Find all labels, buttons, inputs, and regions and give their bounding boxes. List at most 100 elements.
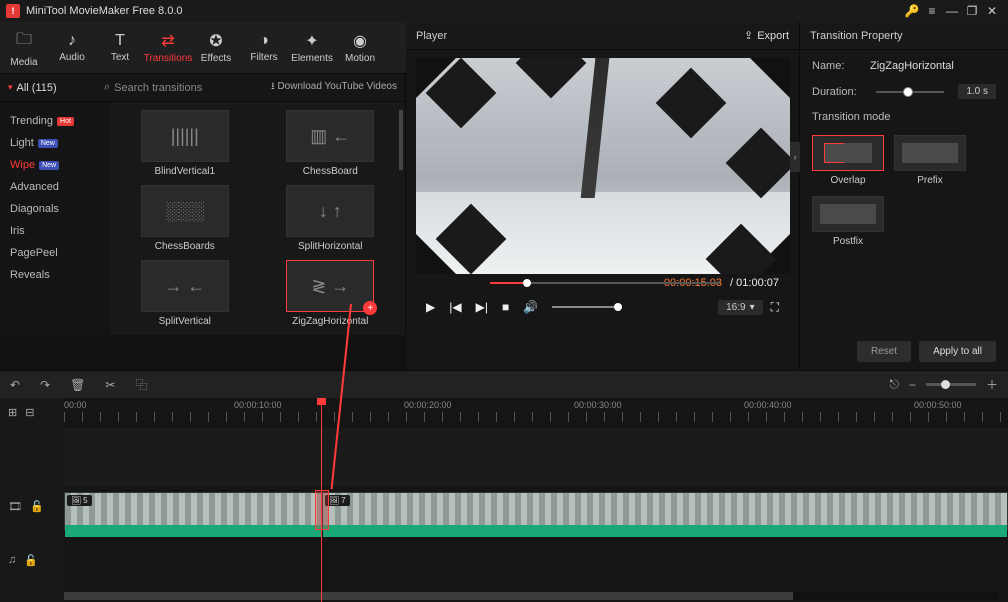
transition-mode-label: Transition mode [812, 111, 996, 123]
category-light[interactable]: LightNew [0, 132, 110, 154]
mode-prefix[interactable]: Prefix [894, 135, 966, 186]
mode-postfix[interactable]: Postfix [812, 196, 884, 247]
aspect-ratio-select[interactable]: 16:9▾ [718, 300, 763, 315]
transition-handle[interactable] [315, 490, 329, 530]
transition-zigzaghorizontal[interactable]: ≷ →+ZigZagHorizontal [264, 260, 398, 327]
audio-lock-button[interactable]: 🔓 [24, 554, 38, 567]
transition-label: SplitVertical [159, 316, 211, 327]
fullscreen-button[interactable]: ⛶ [771, 300, 779, 315]
add-track-button[interactable]: ⊞ [8, 406, 17, 419]
prev-frame-button[interactable]: |◀ [449, 300, 461, 314]
tab-filters[interactable]: ◑ Filters [240, 22, 288, 73]
transition-label: BlindVertical1 [154, 166, 215, 177]
split-button[interactable]: ✂ [105, 378, 115, 392]
zoom-in-button[interactable]: ＋ [986, 376, 998, 393]
license-key-icon[interactable]: 🔑 [902, 1, 922, 21]
tab-transitions[interactable]: ⇄Transitions [144, 22, 192, 73]
tab-effects[interactable]: ✪Effects [192, 22, 240, 73]
volume-icon[interactable]: 🔊 [523, 300, 538, 314]
download-youtube-link[interactable]: ⭳ Download YouTube Videos [260, 79, 397, 96]
filters-icon: ◑ [259, 32, 269, 50]
video-lock-button[interactable]: 🔓 [30, 500, 44, 513]
clip-1[interactable]: 🖼5 [64, 492, 322, 530]
clip-2-count: 7 [341, 496, 345, 505]
duration-label: Duration: [812, 86, 862, 98]
tab-filters-label: Filters [250, 52, 277, 63]
tab-motion[interactable]: ◉Motion [336, 22, 384, 73]
image-icon: 🖼 [329, 496, 339, 505]
property-panel-title: Transition Property [810, 30, 903, 42]
chevron-down-icon: ▾ [8, 82, 13, 93]
tab-media[interactable]: 🗀Media [0, 22, 48, 73]
timeline-scrollbar[interactable] [64, 592, 998, 600]
ruler-mark: 00:00 [64, 400, 87, 410]
collapse-panel-button[interactable]: › [790, 142, 800, 172]
video-track-icon: 🎞 [8, 500, 22, 513]
transition-name-value: ZigZagHorizontal [870, 60, 954, 72]
search-transitions[interactable]: ⌕Search transitions [104, 81, 254, 94]
category-pagepeel[interactable]: PagePeel [0, 242, 110, 264]
mode-postfix-label: Postfix [833, 236, 863, 247]
tab-audio[interactable]: ♪Audio [48, 22, 96, 73]
apply-to-all-button[interactable]: Apply to all [919, 341, 996, 362]
transition-label: SplitHorizontal [298, 241, 362, 252]
transition-splitvertical[interactable]: → ←SplitVertical [118, 260, 252, 327]
transition-chessboard[interactable]: ▥ ←ChessBoard [264, 110, 398, 177]
duration-value[interactable]: 1.0 s [958, 84, 996, 99]
volume-slider[interactable] [552, 306, 622, 308]
category-trending[interactable]: TrendingHot [0, 110, 110, 132]
redo-button[interactable]: ↷ [40, 378, 50, 392]
aspect-value: 16:9 [726, 302, 745, 313]
delete-button[interactable]: 🗑 [70, 378, 85, 392]
category-advanced[interactable]: Advanced [0, 176, 110, 198]
search-placeholder: Search transitions [114, 82, 202, 94]
seek-bar[interactable] [490, 282, 720, 284]
stop-button[interactable]: ■ [502, 300, 509, 314]
grid-scrollbar[interactable] [399, 110, 403, 170]
tab-elements[interactable]: ✦Elements [288, 22, 336, 73]
ruler-mark: 00:00:50:00 [914, 400, 962, 410]
minimize-icon[interactable]: — [942, 1, 962, 21]
tab-text-label: Text [111, 52, 129, 63]
maximize-icon[interactable]: ❐ [962, 1, 982, 21]
track-collapse-button[interactable]: ⊟ [25, 406, 34, 419]
video-track[interactable]: 🖼5 🖼7 [64, 486, 1008, 544]
close-icon[interactable]: ✕ [982, 1, 1002, 21]
transition-splithorizontal[interactable]: ↓ ↑SplitHorizontal [264, 185, 398, 252]
category-reveals[interactable]: Reveals [0, 264, 110, 286]
crop-button[interactable]: ⿻ [135, 376, 147, 393]
tab-motion-label: Motion [345, 53, 375, 64]
tab-elements-label: Elements [291, 53, 333, 64]
export-button[interactable]: ⇪Export [744, 29, 789, 42]
clip-2[interactable]: 🖼7 [322, 492, 1008, 530]
category-all[interactable]: All (115) [17, 82, 57, 94]
tab-effects-label: Effects [201, 53, 231, 64]
category-diagonals[interactable]: Diagonals [0, 198, 110, 220]
transition-chessboards[interactable]: ░░░ChessBoards [118, 185, 252, 252]
mode-prefix-label: Prefix [917, 175, 943, 186]
add-transition-button[interactable]: + [363, 301, 377, 315]
zoom-out-button[interactable]: − [909, 378, 916, 392]
tab-media-label: Media [10, 57, 37, 68]
tab-transitions-label: Transitions [144, 53, 193, 64]
ruler-mark: 00:00:30:00 [574, 400, 622, 410]
undo-button[interactable]: ↶ [10, 378, 20, 392]
audio-level-icon[interactable]: ⎋ [889, 377, 899, 392]
zoom-slider[interactable] [926, 383, 976, 386]
music-icon: ♪ [68, 32, 76, 50]
mode-overlap[interactable]: Overlap [812, 135, 884, 186]
play-button[interactable]: ▶ [426, 300, 435, 314]
tab-text[interactable]: TText [96, 22, 144, 73]
clip-1-count: 5 [83, 496, 87, 505]
duration-slider[interactable] [876, 91, 944, 93]
audio-track-icon: ♫ [8, 554, 16, 567]
next-frame-button[interactable]: ▶| [476, 300, 488, 314]
preview-frame [416, 58, 790, 274]
menu-icon[interactable]: ≡ [922, 1, 942, 21]
name-label: Name: [812, 60, 862, 72]
reset-button[interactable]: Reset [857, 341, 911, 362]
category-wipe[interactable]: WipeNew [0, 154, 110, 176]
transition-label: ChessBoard [303, 166, 358, 177]
category-iris[interactable]: Iris [0, 220, 110, 242]
transition-blindvertical1[interactable]: ||||||BlindVertical1 [118, 110, 252, 177]
